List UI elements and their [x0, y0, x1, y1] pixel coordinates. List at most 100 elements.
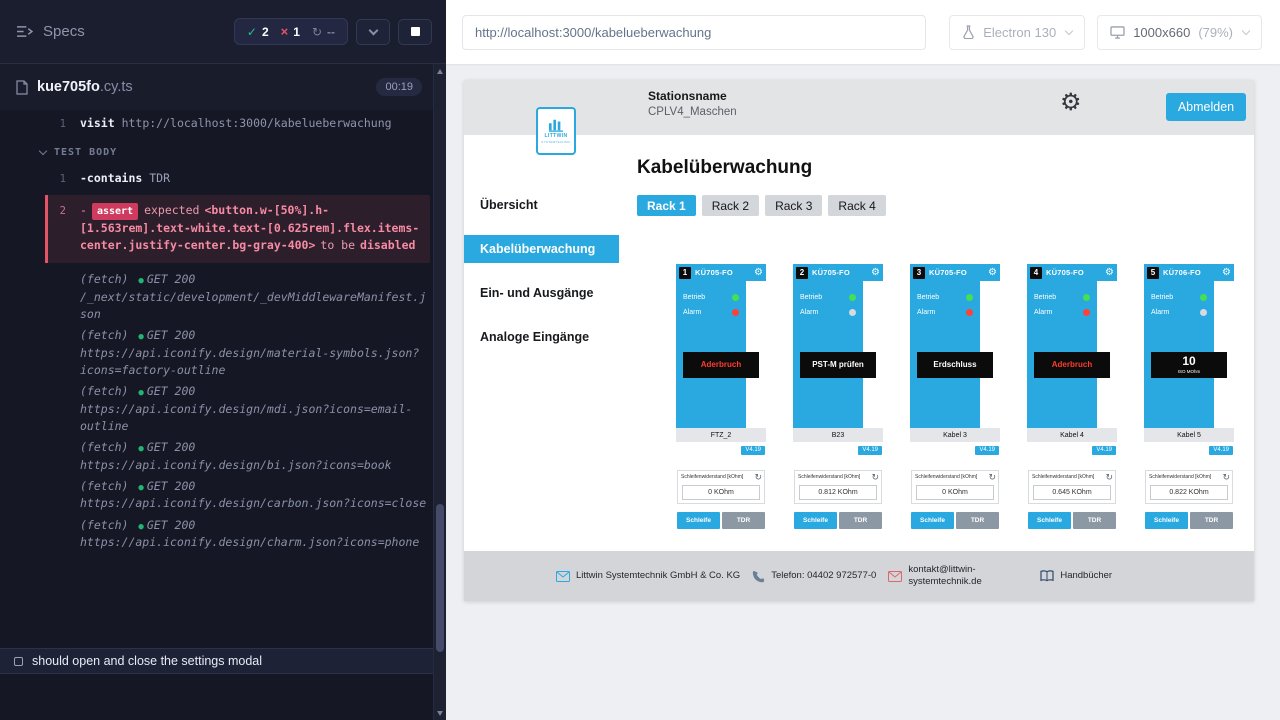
- refresh-icon[interactable]: ↻: [1105, 473, 1113, 482]
- alarm-label: Alarm: [917, 309, 935, 316]
- tab-rack-2[interactable]: Rack 2: [702, 195, 759, 216]
- command-arg: TDR: [149, 171, 170, 185]
- sidebar-item-ein-und-ausgaenge[interactable]: Ein- und Ausgänge: [464, 271, 619, 315]
- tab-rack-3[interactable]: Rack 3: [765, 195, 822, 216]
- sidebar-item-analoge-eingaenge[interactable]: Analoge Eingänge: [464, 315, 619, 359]
- device-card: 5 KÜ706-FO ⚙ Betrieb Alarm 10ISO MOhm: [1144, 264, 1234, 529]
- resistance-value: 0.812 KOhm: [799, 485, 877, 500]
- device-card: 2 KÜ705-FO ⚙ Betrieb Alarm PST-M prüfen: [793, 264, 883, 529]
- spec-name: kue705fo.cy.ts: [37, 79, 133, 95]
- tdr-button[interactable]: TDR: [839, 512, 882, 529]
- device-gear-icon[interactable]: ⚙: [1105, 268, 1114, 278]
- chevron-down-icon: [368, 25, 378, 35]
- fetch-method: GET 200: [147, 440, 195, 454]
- cypress-runner-panel: Specs ✓2 ×1 ↻-- kue705fo.cy.ts 00:19 1: [0, 0, 446, 720]
- electron-flask-icon: [962, 25, 975, 39]
- betrieb-label: Betrieb: [1151, 294, 1173, 301]
- footer-phone[interactable]: Telefon: 04402 972577-0: [752, 570, 876, 583]
- schleife-button[interactable]: Schleife: [911, 512, 954, 529]
- tdr-button[interactable]: TDR: [956, 512, 999, 529]
- sch leife-button[interactable]: Schleife: [1028, 512, 1071, 529]
- firmware-version-badge: V4.19: [1209, 446, 1233, 455]
- resistance-section: Schleifenwiderstand [kOhm]↻ 0.812 KOhm: [794, 470, 882, 504]
- refresh-icon[interactable]: ↻: [871, 473, 879, 482]
- settings-gear-icon[interactable]: ⚙: [1060, 91, 1082, 115]
- cable-name: Kabel 5: [1144, 428, 1234, 442]
- network-log-row[interactable]: (fetch) ●GET 200 /_next/static/developme…: [0, 269, 430, 325]
- success-dot-icon: ●: [138, 276, 143, 286]
- fetch-tag: (fetch): [80, 440, 128, 454]
- cable-name: FTZ_2: [676, 428, 766, 442]
- footer-email[interactable]: kontakt@littwin-systemtechnik.de: [888, 564, 1028, 588]
- viewport-monitor-icon: [1110, 26, 1125, 39]
- schleife-button[interactable]: Schleife: [1145, 512, 1188, 529]
- scrollbar-thumb[interactable]: [436, 504, 444, 652]
- runner-bottom-fill: [0, 674, 446, 720]
- device-number: 2: [796, 267, 808, 279]
- command-log: 1 visit http://localhost:3000/kabelueber…: [0, 110, 446, 648]
- betrieb-label: Betrieb: [917, 294, 939, 301]
- network-log-row[interactable]: (fetch) ●GET 200 https://api.iconify.des…: [0, 381, 430, 437]
- schleife-button[interactable]: Schleife: [794, 512, 837, 529]
- address-input[interactable]: [462, 15, 926, 50]
- check-icon: ✓: [247, 25, 257, 39]
- resistance-value: 0 KOhm: [682, 485, 760, 500]
- tab-rack-4[interactable]: Rack 4: [828, 195, 885, 216]
- book-icon: [1040, 570, 1054, 582]
- network-log-row[interactable]: (fetch) ●GET 200 https://api.iconify.des…: [0, 476, 430, 515]
- app-sidebar: Übersicht Kabelüberwachung Ein- und Ausg…: [464, 135, 619, 551]
- failed-assert-row[interactable]: 2 -assertexpected<button.w-[50%].h-[1.56…: [45, 195, 430, 264]
- viewport-select[interactable]: 1000x660 (79%): [1097, 15, 1262, 50]
- device-model: KÜ705-FO: [812, 268, 850, 277]
- tdr-button[interactable]: TDR: [1073, 512, 1116, 529]
- collapse-button[interactable]: [356, 19, 390, 45]
- browser-select[interactable]: Electron 130: [949, 15, 1085, 50]
- device-gear-icon[interactable]: ⚙: [1222, 268, 1231, 278]
- command-name: visit: [80, 116, 115, 130]
- sidebar-item-uebersicht[interactable]: Übersicht: [464, 183, 619, 227]
- scroll-up-arrow[interactable]: [434, 64, 446, 78]
- fetch-method: GET 200: [147, 272, 195, 286]
- device-gear-icon[interactable]: ⚙: [988, 268, 997, 278]
- device-gear-icon[interactable]: ⚙: [754, 268, 763, 278]
- sidebar-item-kabelueberwachung[interactable]: Kabelüberwachung: [464, 235, 619, 263]
- device-number: 3: [913, 267, 925, 279]
- refresh-icon[interactable]: ↻: [988, 473, 996, 482]
- visit-command-row[interactable]: 1 visit http://localhost:3000/kabelueber…: [0, 113, 430, 135]
- cable-name: Kabel 3: [910, 428, 1000, 442]
- network-log-row[interactable]: (fetch) ●GET 200 https://api.iconify.des…: [0, 437, 430, 476]
- resistance-value: 0.645 KOhm: [1033, 485, 1111, 500]
- test-body-section-header[interactable]: TEST BODY: [0, 135, 430, 168]
- screen: Specs ✓2 ×1 ↻-- kue705fo.cy.ts 00:19 1: [0, 0, 1280, 720]
- schleife-button[interactable]: Schleife: [677, 512, 720, 529]
- spec-file-row[interactable]: kue705fo.cy.ts 00:19: [0, 64, 446, 110]
- contains-command-row[interactable]: 1 -contains TDR: [0, 168, 430, 190]
- device-status-display: Aderbruch: [1034, 352, 1110, 378]
- alarm-led: [849, 309, 856, 316]
- next-test-row[interactable]: should open and close the settings modal: [0, 648, 446, 674]
- device-number: 1: [679, 267, 691, 279]
- alarm-label: Alarm: [1151, 309, 1169, 316]
- tab-rack-1[interactable]: Rack 1: [637, 195, 696, 216]
- test-stats[interactable]: ✓2 ×1 ↻--: [234, 18, 348, 45]
- runner-scrollbar[interactable]: [433, 64, 446, 720]
- network-log-row[interactable]: (fetch) ●GET 200 https://api.iconify.des…: [0, 515, 430, 554]
- device-status-display: Aderbruch: [683, 352, 759, 378]
- command-url: http://localhost:3000/kabelueberwachung: [122, 116, 392, 130]
- refresh-icon[interactable]: ↻: [754, 473, 762, 482]
- footer-company[interactable]: Littwin Systemtechnik GmbH & Co. KG: [556, 570, 740, 582]
- device-model: KÜ705-FO: [695, 268, 733, 277]
- assert-expected: expected: [144, 203, 199, 217]
- logout-button[interactable]: Abmelden: [1166, 93, 1246, 121]
- station-label: Stationsname: [648, 89, 737, 103]
- specs-menu[interactable]: Specs: [16, 23, 85, 40]
- stop-button[interactable]: [398, 19, 432, 45]
- scroll-down-arrow[interactable]: [434, 706, 446, 720]
- cross-icon: ×: [281, 24, 289, 39]
- tdr-button[interactable]: TDR: [722, 512, 765, 529]
- network-log-row[interactable]: (fetch) ●GET 200 https://api.iconify.des…: [0, 325, 430, 381]
- refresh-icon[interactable]: ↻: [1222, 473, 1230, 482]
- device-gear-icon[interactable]: ⚙: [871, 268, 880, 278]
- footer-manuals[interactable]: Handbücher: [1040, 570, 1112, 582]
- tdr-button[interactable]: TDR: [1190, 512, 1233, 529]
